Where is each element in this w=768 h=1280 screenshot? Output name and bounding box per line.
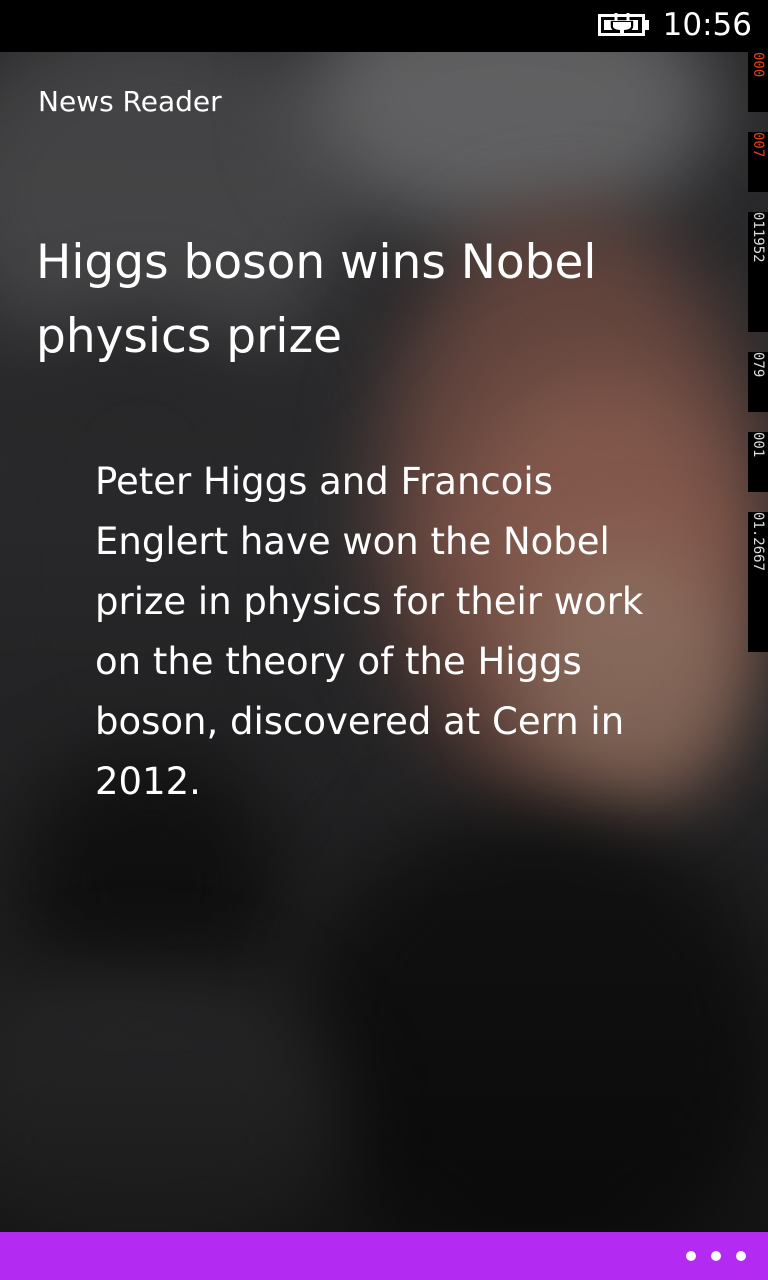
ellipsis-icon [736, 1251, 746, 1261]
frame-counter: 000 [748, 52, 768, 112]
frame-counter: 079 [748, 352, 768, 412]
battery-charging-icon [598, 13, 649, 36]
clock: 10:56 [662, 7, 752, 43]
article-body: Peter Higgs and Francois Englert have wo… [95, 460, 644, 803]
more-options-button[interactable] [686, 1240, 746, 1272]
frame-counter: 001 [748, 432, 768, 492]
app-bar [0, 1232, 768, 1280]
status-bar: 10:56 [0, 0, 768, 52]
phone-screen: 10:56 News Reader Higgs boson wins Nobel… [0, 0, 768, 1280]
ellipsis-icon [711, 1251, 721, 1261]
ellipsis-icon [686, 1251, 696, 1261]
frame-counter: 01.2667 [748, 512, 768, 652]
frame-counter: 007 [748, 132, 768, 192]
frame-counter: 011952 [748, 212, 768, 332]
article-headline: Higgs boson wins Nobel physics prize [36, 235, 597, 364]
app-title: News Reader [38, 85, 222, 118]
